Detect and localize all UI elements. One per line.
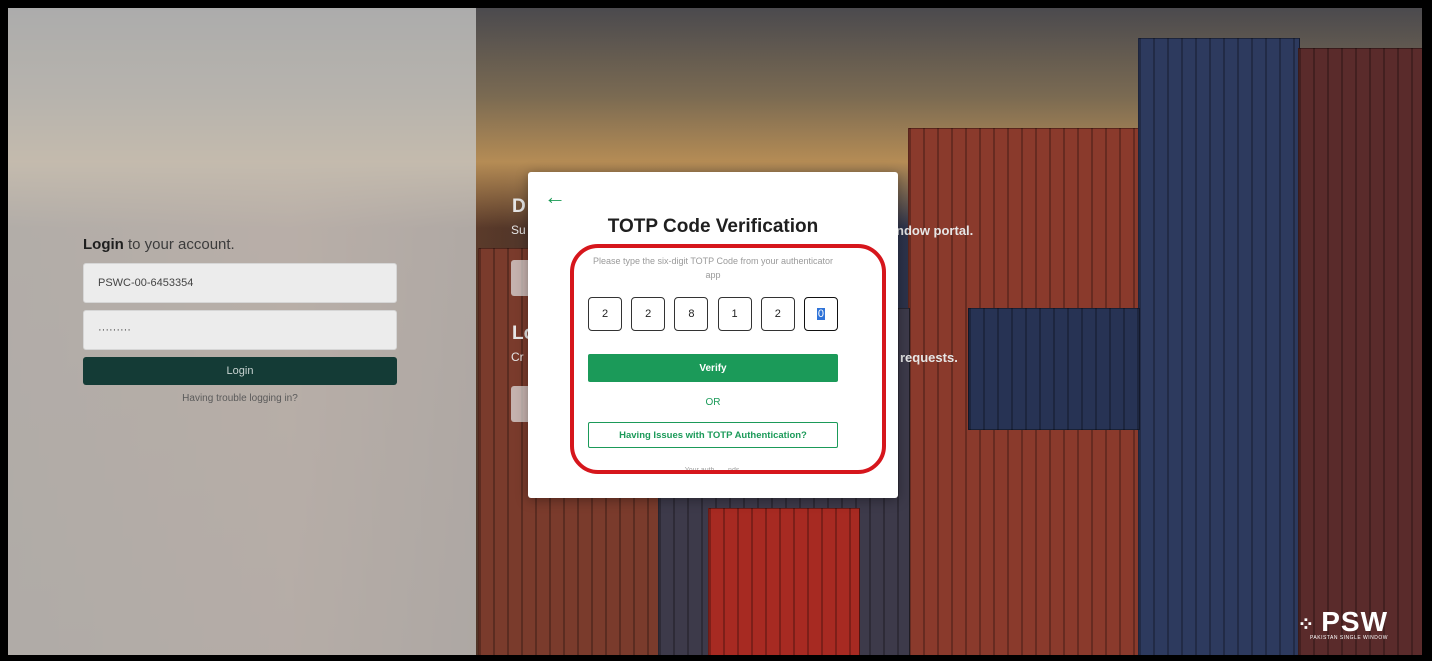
modal-title: TOTP Code Verification (607, 216, 819, 237)
container-stack (1298, 48, 1422, 655)
psw-logo: ⁘ PSW PAKISTAN SINGLE WINDOW (1297, 606, 1388, 641)
bg-sub-1: Su (511, 223, 526, 237)
logo-name: ⁘ PSW (1297, 606, 1388, 638)
back-arrow-icon[interactable]: ← (544, 186, 566, 208)
container-stack (1138, 38, 1300, 655)
logo-tagline: PAKISTAN SINGLE WINDOW (1309, 635, 1388, 641)
logo-dots-icon: ⁘ (1297, 614, 1316, 636)
bg-heading-1: D (512, 196, 526, 217)
bg-requests-text: requests. (900, 350, 958, 365)
login-button[interactable]: Login (83, 357, 397, 385)
bg-portal-text: ndow portal. (896, 223, 974, 238)
logo-text: PSW (1321, 606, 1388, 637)
username-field[interactable]: PSWC-00-6453354 (83, 263, 397, 303)
password-field[interactable]: ········· (83, 310, 397, 350)
login-panel: Login to your account. PSWC-00-6453354 ·… (8, 8, 476, 655)
forklift (708, 508, 860, 655)
container-stack (968, 308, 1140, 430)
screenshot-frame: Login to your account. PSWC-00-6453354 ·… (0, 0, 1432, 661)
login-title: Login to your account. (83, 236, 235, 253)
bg-sub-2: Cr (511, 350, 524, 364)
trouble-link[interactable]: Having trouble logging in? (83, 393, 397, 404)
login-title-rest: to your account. (123, 236, 235, 253)
red-highlight-annotation (570, 244, 886, 474)
login-title-bold: Login (83, 236, 124, 253)
